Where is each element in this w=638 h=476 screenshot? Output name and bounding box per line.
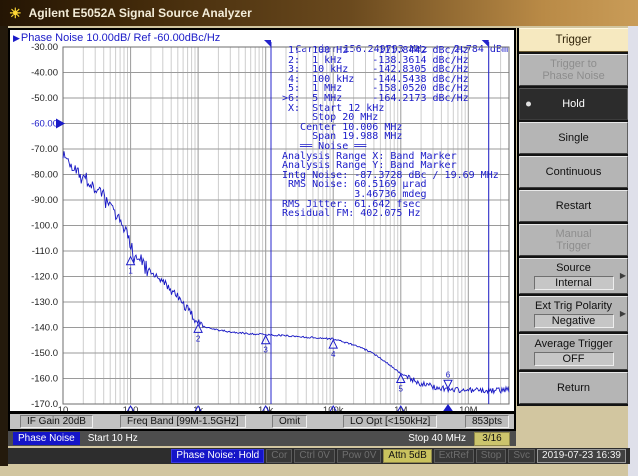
svg-text:-40.00: -40.00 (31, 68, 58, 79)
active-key-bullet-icon (526, 102, 531, 107)
svg-text:-30.00: -30.00 (31, 42, 58, 53)
status-datetime: 2019-07-23 16:39 (537, 449, 626, 463)
submenu-arrow-icon: ▶ (620, 270, 626, 282)
softkey-label: Return (557, 382, 590, 394)
status-phase-noise-hold: Phase Noise: Hold (171, 449, 264, 463)
ref-level-arrow-icon (56, 119, 65, 129)
svg-text:-70.00: -70.00 (31, 144, 58, 155)
softkey-label: Trigger (556, 240, 590, 252)
svg-text:-100.0: -100.0 (31, 221, 58, 232)
svg-text:10M: 10M (459, 405, 478, 411)
trace-markers[interactable]: 1 2 3 4 5 6 (127, 257, 452, 394)
softkey-trigger-to-phase-noise: Trigger toPhase Noise (519, 54, 628, 86)
svg-text:-120.0: -120.0 (31, 272, 58, 283)
marker-readout: 1: 100 Hz -111.8442 dBc/Hz 2: 1 kHz -138… (282, 46, 499, 219)
svg-text:-90.00: -90.00 (31, 195, 58, 206)
softkey-average-trigger[interactable]: Average Trigger OFF (519, 334, 628, 370)
softkey-menu-title: Trigger (519, 28, 628, 52)
scale-lo-opt[interactable]: LO Opt [<150kHz] (343, 415, 437, 428)
band-marker-flag-icon (264, 40, 271, 47)
scale-if-gain[interactable]: IF Gain 20dB (20, 415, 93, 428)
y-axis-labels: -30.00 -40.00 -50.00 -60.00 -70.00 -80.00 -90.… (31, 42, 65, 410)
svg-text:-50.00: -50.00 (31, 93, 58, 104)
submenu-arrow-icon: ▶ (620, 308, 626, 320)
softkey-hold[interactable]: Hold (519, 88, 628, 120)
softkey-manual-trigger: ManualTrigger (519, 224, 628, 256)
measurement-bar: Phase Noise Start 10 Hz Stop 40 MHz 3/16 (8, 431, 516, 446)
softkey-source[interactable]: Source Internal ▶ (519, 258, 628, 294)
svg-text:5: 5 (399, 385, 404, 394)
softkey-ext-trig-polarity[interactable]: Ext Trig Polarity Negative ▶ (519, 296, 628, 332)
softkey-source-value: Internal (534, 276, 614, 290)
scale-info-row: IF Gain 20dB Freq Band [99M-1.5GHz] Omit LO… (8, 413, 516, 431)
softkey-return[interactable]: Return (519, 372, 628, 404)
sweep-start-label: Start 10 Hz (88, 433, 138, 444)
softkey-label: Trigger to (550, 58, 597, 70)
active-axis-marker-icon (442, 404, 453, 411)
softkey-label: Phase Noise (542, 70, 604, 82)
svg-text:2: 2 (196, 334, 201, 343)
softkey-label: Restart (556, 200, 591, 212)
left-frame-strip (0, 26, 8, 466)
status-stop: Stop (476, 449, 507, 463)
svg-text:-110.0: -110.0 (32, 246, 58, 257)
svg-text:1: 1 (128, 267, 133, 276)
svg-text:-160.0: -160.0 (31, 374, 58, 385)
svg-text:4: 4 (331, 350, 336, 359)
scale-points[interactable]: 853pts (465, 415, 509, 428)
softkey-label: Single (558, 132, 589, 144)
softkey-average-trigger-value: OFF (534, 352, 614, 366)
status-extref: ExtRef (434, 449, 474, 463)
svg-text:6: 6 (446, 370, 451, 379)
softkey-label: Average Trigger (534, 338, 612, 350)
status-attn: Attn 5dB (383, 449, 431, 463)
status-svc: Svc (508, 449, 535, 463)
window-title: Agilent E5052A Signal Source Analyzer (29, 6, 252, 20)
graph-panel: ▶Phase Noise 10.00dB/ Ref -60.00dBc/Hz C… (8, 28, 516, 413)
instrument-status-bar: Phase Noise: HoldCorCtrl 0VPow 0VAttn 5d… (8, 448, 630, 464)
svg-text:-80.00: -80.00 (31, 170, 58, 181)
softkey-label: Continuous (546, 166, 602, 178)
softkey-label: Manual (555, 228, 591, 240)
active-marker-triangle-icon (444, 380, 452, 388)
svg-text:10: 10 (58, 405, 69, 411)
scale-freq-band[interactable]: Freq Band [99M-1.5GHz] (120, 415, 246, 428)
softkey-label: Hold (562, 98, 585, 110)
window-titlebar: ☀ Agilent E5052A Signal Source Analyzer (0, 0, 638, 26)
svg-text:-140.0: -140.0 (31, 323, 58, 334)
softkey-single[interactable]: Single (519, 122, 628, 154)
softkey-continuous[interactable]: Continuous (519, 156, 628, 188)
right-frame-strip (628, 26, 638, 476)
status-ctrl: Ctrl 0V (294, 449, 335, 463)
svg-text:-150.0: -150.0 (31, 348, 58, 359)
softkey-ext-trig-polarity-value: Negative (534, 314, 614, 328)
softkey-label: Source (556, 262, 591, 274)
status-cor: Cor (266, 449, 292, 463)
measurement-mode-badge: Phase Noise (13, 432, 80, 445)
svg-text:3: 3 (263, 346, 268, 355)
svg-text:-130.0: -130.0 (31, 297, 58, 308)
softkey-label: Ext Trig Polarity (535, 300, 612, 312)
softkey-restart[interactable]: Restart (519, 190, 628, 222)
svg-text:-60.00: -60.00 (31, 119, 58, 130)
sweep-stop-label: Stop 40 MHz (408, 433, 466, 444)
average-count-badge: 3/16 (474, 432, 510, 446)
scale-omit[interactable]: Omit (272, 415, 307, 428)
agilent-logo-icon: ☀ (9, 5, 22, 22)
svg-text:-170.0: -170.0 (31, 399, 58, 410)
softkey-menu: Trigger Trigger toPhase Noise Hold Single C… (517, 28, 628, 406)
status-pow: Pow 0V (337, 449, 381, 463)
